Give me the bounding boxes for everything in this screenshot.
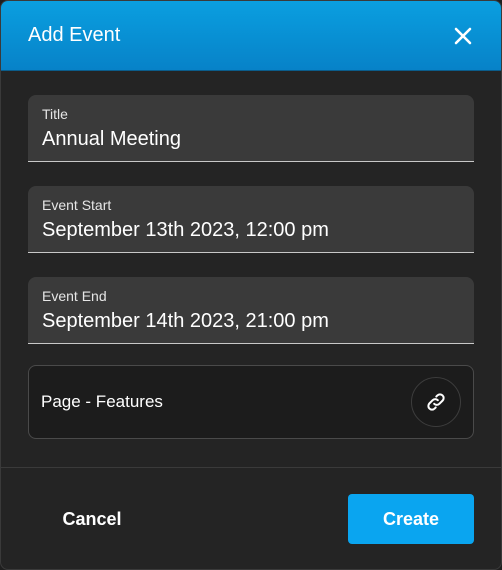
page-link-label: Page - Features [41,392,163,411]
dialog-title: Add Event [28,24,121,46]
cancel-button[interactable]: Cancel [28,494,156,544]
link-icon [427,393,445,411]
event-end-label: Event End [42,288,107,304]
title-field-label: Title [42,106,68,122]
close-icon[interactable] [451,24,475,48]
event-start-input[interactable] [42,219,460,242]
page-link-row: Page - Features [28,365,474,439]
dialog-footer: Cancel Create [1,494,501,544]
dialog-body: Title Event Start Event End Page - Featu… [1,71,501,439]
add-event-dialog: Add Event Title Event Start Event End Pa… [0,0,502,570]
dialog-header: Add Event [1,1,501,71]
event-start-field[interactable]: Event Start [28,186,474,253]
event-end-input[interactable] [42,310,460,333]
create-button[interactable]: Create [348,494,474,544]
event-start-label: Event Start [42,197,112,213]
title-field[interactable]: Title [28,95,474,162]
event-end-field[interactable]: Event End [28,277,474,344]
footer-divider [1,467,501,468]
title-input[interactable] [42,128,460,151]
link-button[interactable] [411,377,461,427]
